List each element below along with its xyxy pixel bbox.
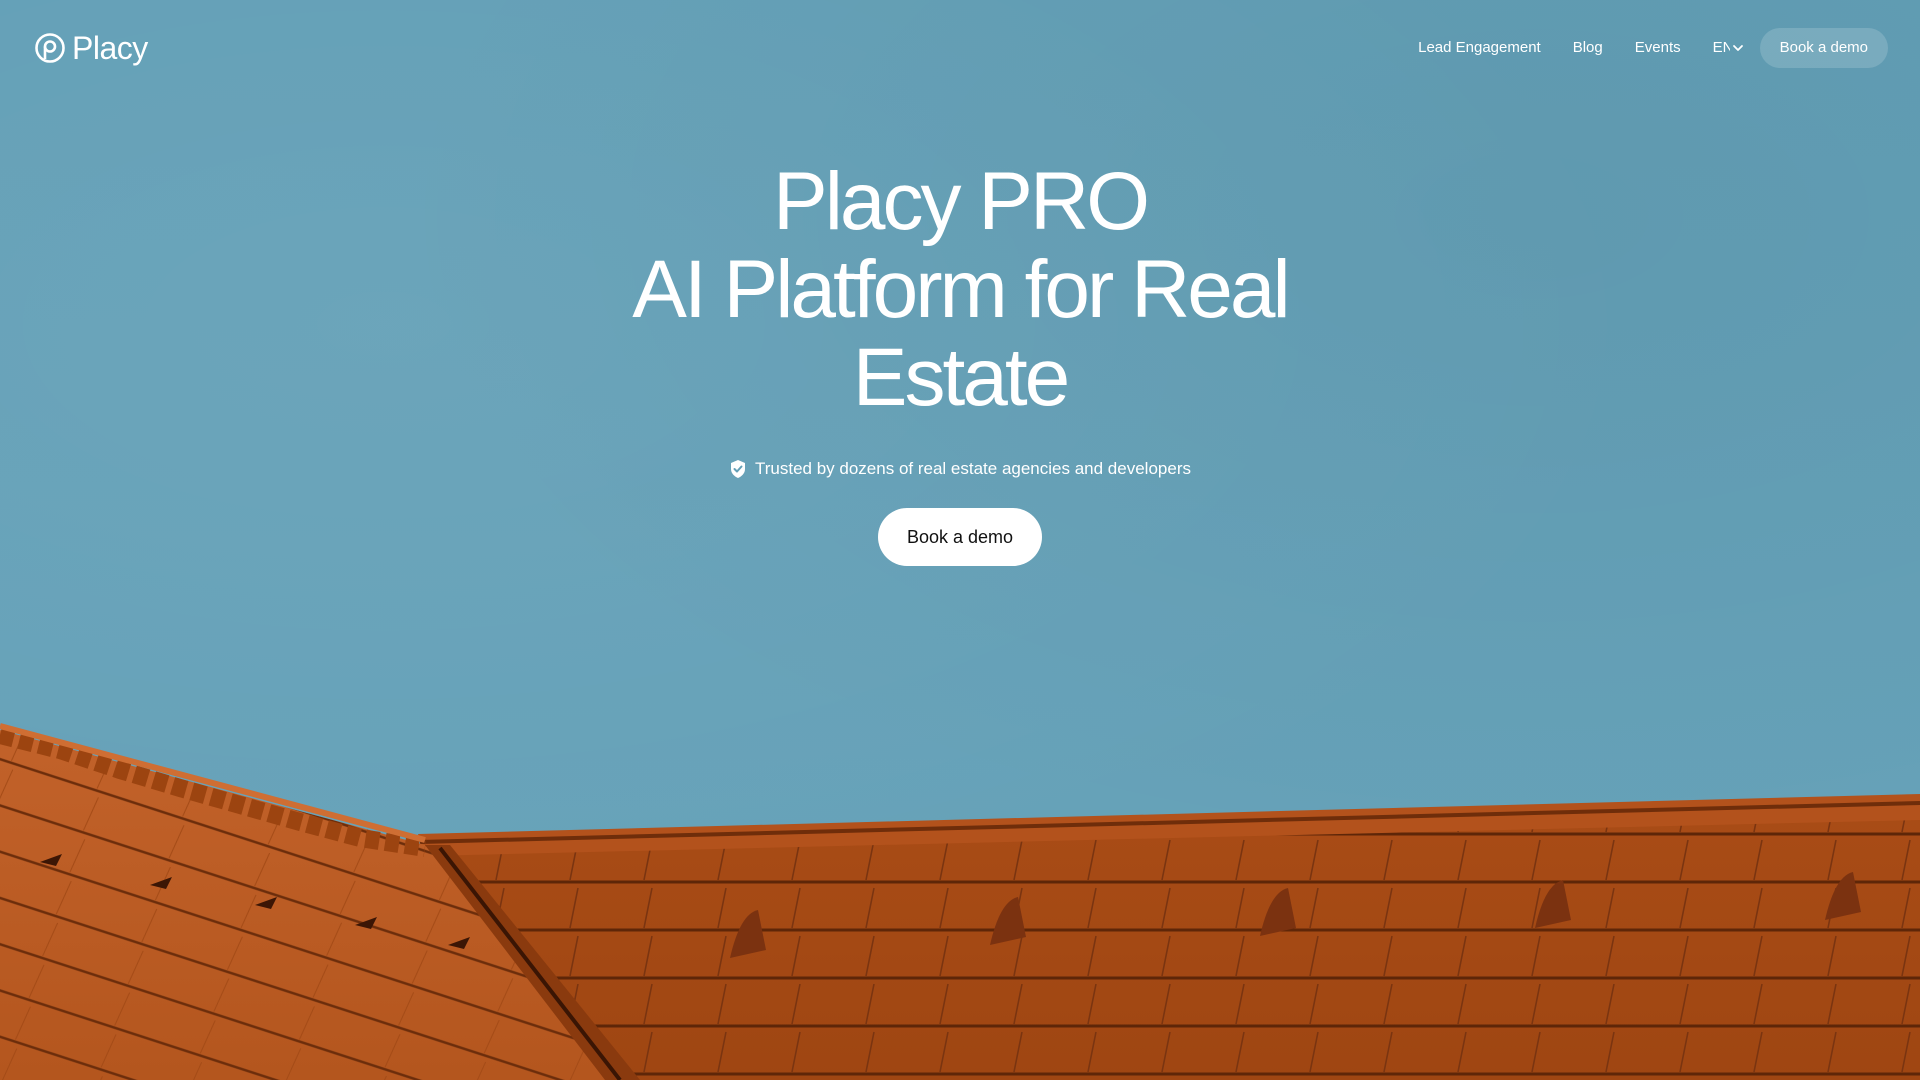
- trust-note: Trusted by dozens of real estate agencie…: [729, 458, 1191, 480]
- language-label: EN: [1712, 39, 1730, 56]
- placy-logo-icon: [35, 33, 65, 63]
- nav-link-lead-engagement[interactable]: Lead Engagement: [1418, 28, 1541, 68]
- header-book-demo-button[interactable]: Book a demo: [1759, 28, 1888, 68]
- brand-name: Placy: [72, 30, 148, 66]
- hero-title-line-3: Estate: [852, 332, 1070, 423]
- hero-title: Placy PRO AI Platform for Real Estate: [0, 158, 1920, 422]
- site-header: Placy Lead Engagement Blog Events EN Boo…: [0, 0, 1920, 96]
- brand-logo[interactable]: Placy: [34, 30, 148, 66]
- chevron-down-icon: [1732, 45, 1743, 51]
- shield-check-icon: [731, 460, 745, 478]
- hero-title-line-1: Placy PRO: [773, 156, 1150, 247]
- trust-text: Trusted by dozens of real estate agencie…: [755, 459, 1191, 478]
- hero-title-line-2: AI Platform for Real: [632, 244, 1290, 335]
- page: Placy Lead Engagement Blog Events EN Boo…: [0, 0, 1920, 1080]
- main-nav: Lead Engagement Blog Events EN Book a de…: [1418, 28, 1888, 68]
- nav-link-blog[interactable]: Blog: [1573, 28, 1603, 68]
- hero-section: Placy PRO AI Platform for Real Estate Tr…: [0, 158, 1920, 566]
- nav-link-events[interactable]: Events: [1635, 28, 1681, 68]
- hero-cta-wrapper: Book a demo: [0, 508, 1920, 566]
- language-selector[interactable]: EN: [1713, 28, 1744, 68]
- hero-book-demo-button[interactable]: Book a demo: [877, 508, 1043, 566]
